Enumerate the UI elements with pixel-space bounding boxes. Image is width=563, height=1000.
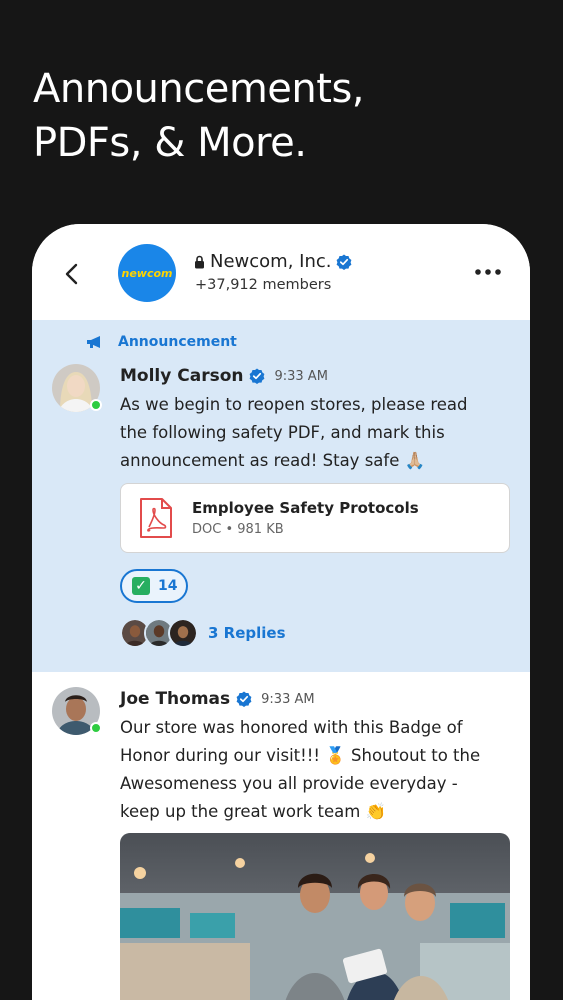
member-count: +37,912 members bbox=[195, 277, 332, 293]
verified-icon bbox=[337, 254, 352, 270]
announcement-label: Announcement bbox=[118, 334, 237, 350]
message-line: Our store was honored with this Badge of bbox=[120, 718, 463, 737]
post-photo[interactable] bbox=[120, 833, 510, 1000]
newcom-logo: newcom bbox=[121, 266, 173, 280]
message-line: As we begin to reopen stores, please rea… bbox=[120, 395, 468, 414]
author-name[interactable]: Molly Carson bbox=[120, 366, 243, 386]
group-title[interactable]: Newcom, Inc. bbox=[194, 251, 352, 272]
message-line: announcement as read! Stay safe 🙏🏼 bbox=[120, 451, 426, 470]
avatar[interactable] bbox=[52, 364, 102, 412]
message-time: 9:33 AM bbox=[261, 691, 315, 707]
message-line: keep up the great work team 👏 bbox=[120, 802, 387, 821]
phone-screen: newcom Newcom, Inc. +37,912 members Anno… bbox=[32, 224, 530, 1000]
verified-icon bbox=[236, 691, 252, 707]
chevron-left-icon bbox=[65, 263, 78, 285]
avatar[interactable] bbox=[52, 687, 102, 735]
back-button[interactable] bbox=[60, 262, 84, 286]
replies-link[interactable]: 3 Replies bbox=[120, 618, 286, 648]
author-name[interactable]: Joe Thomas bbox=[120, 689, 230, 709]
message-header: Molly Carson 9:33 AM bbox=[120, 366, 328, 386]
pdf-attachment[interactable]: Employee Safety Protocols DOC • 981 KB bbox=[120, 483, 510, 553]
message-line: Honor during our visit!!! 🏅 Shoutout to … bbox=[120, 746, 481, 765]
online-indicator bbox=[90, 399, 102, 411]
more-options-button[interactable] bbox=[474, 262, 502, 282]
message-line: Awesomeness you all provide everyday - bbox=[120, 774, 458, 793]
reply-avatar bbox=[168, 618, 198, 648]
reaction-count: 14 bbox=[158, 578, 178, 594]
headline-line-2: PDFs, & More. bbox=[33, 120, 307, 166]
pdf-file-icon bbox=[140, 498, 172, 538]
replies-count: 3 Replies bbox=[208, 624, 286, 642]
announcement-tag: Announcement bbox=[86, 334, 237, 350]
announcement-message[interactable]: Announcement Molly Carson 9:33 AM As we … bbox=[32, 320, 530, 672]
message-text: Our store was honored with this Badge of… bbox=[120, 714, 480, 826]
reaction-pill[interactable]: ✓ 14 bbox=[120, 569, 188, 603]
message-time: 9:33 AM bbox=[274, 368, 328, 384]
message-header: Joe Thomas 9:33 AM bbox=[120, 689, 315, 709]
megaphone-icon bbox=[87, 336, 100, 348]
promo-headline: Announcements, PDFs, & More. bbox=[33, 62, 365, 170]
message-line: the following safety PDF, and mark this bbox=[120, 423, 445, 442]
attachment-title: Employee Safety Protocols bbox=[192, 499, 419, 517]
ellipsis-icon bbox=[475, 269, 501, 275]
group-avatar[interactable]: newcom bbox=[118, 244, 176, 302]
attachment-meta: DOC • 981 KB bbox=[192, 522, 284, 537]
chat-header: newcom Newcom, Inc. +37,912 members bbox=[32, 224, 530, 320]
message-text: As we begin to reopen stores, please rea… bbox=[120, 391, 468, 475]
check-mark-icon: ✓ bbox=[132, 577, 150, 595]
verified-icon bbox=[250, 368, 265, 384]
online-indicator bbox=[90, 722, 102, 734]
store-team-photo bbox=[120, 833, 510, 1000]
headline-line-1: Announcements, bbox=[33, 66, 365, 112]
lock-icon bbox=[195, 255, 204, 268]
group-name: Newcom, Inc. bbox=[210, 251, 332, 272]
